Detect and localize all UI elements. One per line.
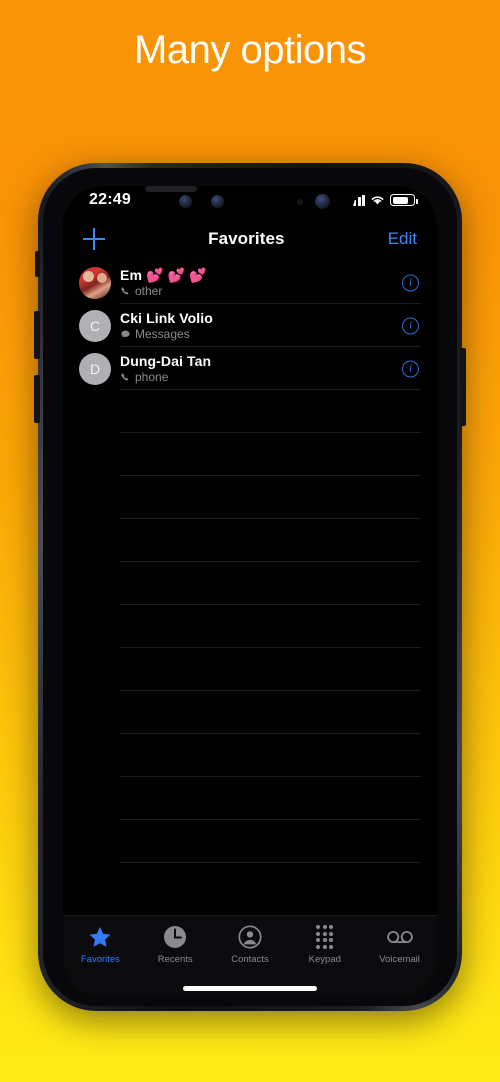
favorites-list[interactable]: Em 💕 💕 💕 other i C Cki Link Volio Messag… — [63, 261, 437, 915]
avatar-initial: D — [89, 360, 101, 377]
tab-label: Recents — [157, 954, 193, 965]
info-circle-icon[interactable]: i — [402, 317, 419, 334]
wifi-icon — [371, 196, 384, 205]
mute-switch[interactable] — [35, 251, 40, 277]
avatar: C — [79, 309, 111, 342]
page-title: Favorites — [208, 229, 285, 248]
tab-recents[interactable]: Recents — [138, 924, 213, 965]
empty-list-row — [63, 605, 437, 648]
battery-icon — [390, 194, 418, 206]
tab-contacts[interactable]: Contacts — [213, 924, 288, 965]
tab-keypad[interactable]: Keypad — [287, 924, 362, 965]
keypad-grid-icon — [312, 924, 338, 950]
phone-screen: 22:49 Favorites Edit Em 💕 💕 💕 other i C … — [63, 186, 437, 998]
contact-name: Cki Link Volio — [120, 309, 213, 326]
empty-list-row — [63, 777, 437, 820]
empty-list-row — [63, 691, 437, 734]
status-time: 22:49 — [89, 191, 131, 208]
message-bubble-icon — [121, 330, 130, 338]
subtitle-label: phone — [135, 369, 169, 384]
row-separator — [120, 862, 421, 863]
empty-list-row — [63, 734, 437, 777]
clock-icon — [162, 924, 188, 950]
empty-list-row — [63, 820, 437, 863]
power-button[interactable] — [460, 348, 466, 426]
phone-device-frame: 22:49 Favorites Edit Em 💕 💕 💕 other i C … — [34, 163, 466, 1011]
tab-voicemail[interactable]: Voicemail — [362, 924, 437, 965]
tab-label: Favorites — [80, 954, 120, 965]
list-item[interactable]: D Dung-Dai Tan phone i — [63, 347, 437, 390]
avatar — [79, 266, 111, 299]
device-notch — [145, 186, 355, 217]
ir-camera-icon — [211, 195, 224, 208]
navigation-bar: Favorites Edit — [63, 217, 437, 261]
tab-label: Keypad — [308, 954, 341, 965]
plus-icon[interactable] — [83, 228, 105, 250]
subtitle-label: Messages — [135, 326, 190, 341]
earpiece-speaker — [145, 186, 197, 192]
tab-label: Contacts — [231, 954, 269, 965]
edit-button[interactable]: Edit — [388, 229, 417, 249]
contact-name: Em 💕 💕 💕 — [120, 266, 207, 283]
home-indicator[interactable] — [183, 986, 317, 991]
empty-list-row — [63, 433, 437, 476]
phone-handset-icon — [121, 372, 129, 380]
list-item[interactable]: C Cki Link Volio Messages i — [63, 304, 437, 347]
selfie-camera-icon — [315, 194, 330, 209]
person-circle-icon — [237, 924, 263, 950]
empty-list-row — [63, 562, 437, 605]
contact-name: Dung-Dai Tan — [120, 352, 212, 369]
contact-subtitle: other — [120, 284, 207, 299]
front-camera-icon — [179, 195, 192, 208]
tab-label: Voicemail — [379, 954, 420, 965]
volume-up-button[interactable] — [34, 311, 40, 359]
contact-subtitle: phone — [120, 370, 211, 385]
volume-down-button[interactable] — [34, 375, 40, 423]
info-circle-icon[interactable]: i — [402, 360, 419, 377]
list-item[interactable]: Em 💕 💕 💕 other i — [63, 261, 437, 304]
empty-list-row — [63, 390, 437, 433]
subtitle-label: other — [135, 283, 163, 298]
phone-inner-bezel: 22:49 Favorites Edit Em 💕 💕 💕 other i C … — [43, 168, 457, 1006]
empty-rows-container — [63, 390, 437, 863]
empty-list-row — [63, 476, 437, 519]
info-circle-icon[interactable]: i — [402, 274, 419, 291]
proximity-sensor-dot — [297, 199, 303, 205]
tab-favorites[interactable]: Favorites — [63, 924, 138, 965]
status-indicators — [348, 194, 418, 206]
phone-handset-icon — [121, 286, 129, 294]
contact-subtitle: Messages — [120, 327, 213, 342]
list-item-text: Cki Link Volio Messages — [120, 310, 213, 342]
star-icon — [87, 924, 113, 950]
avatar-initial: C — [89, 317, 101, 334]
empty-list-row — [63, 519, 437, 562]
page-caption: Many options — [134, 28, 366, 72]
voicemail-icon — [386, 924, 413, 950]
list-item-text: Em 💕 💕 💕 other — [120, 267, 207, 299]
avatar: D — [79, 352, 111, 385]
empty-list-row — [63, 648, 437, 691]
list-item-text: Dung-Dai Tan phone — [120, 353, 211, 385]
